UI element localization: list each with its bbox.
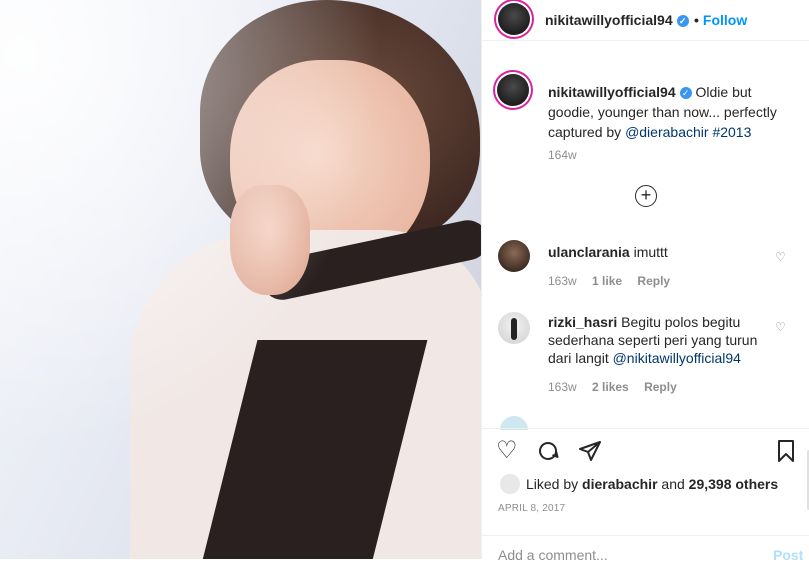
comment-time[interactable]: 163w	[548, 380, 577, 394]
comment-likes[interactable]: 1 like	[592, 274, 622, 288]
caption-username[interactable]: nikitawillyofficial94	[548, 84, 676, 100]
likes-summary: Liked by dierabachir and 29,398 others	[526, 476, 779, 492]
commenter-avatar[interactable]	[498, 312, 530, 344]
comment-like-heart-icon[interactable]: ♡	[775, 250, 786, 264]
post-date[interactable]: April 8, 2017	[498, 503, 565, 514]
comment-reply-button[interactable]: Reply	[637, 274, 670, 288]
comment-item: ulanclarania imuttt	[548, 243, 768, 261]
caption-hashtag-link[interactable]: #2013	[712, 124, 751, 140]
caption-timestamp[interactable]: 164w	[548, 148, 577, 162]
comment-like-heart-icon[interactable]: ♡	[775, 320, 786, 334]
caption-author-avatar[interactable]	[497, 74, 529, 106]
author-username[interactable]: nikitawillyofficial94 ✓	[545, 12, 689, 28]
post-comment-button[interactable]: Post	[773, 547, 803, 563]
add-comment-input[interactable]: Add a comment...	[498, 547, 608, 563]
comment-username[interactable]: rizki_hasri	[548, 314, 617, 330]
comment-icon[interactable]	[536, 439, 560, 468]
post-side-panel: nikitawillyofficial94 ✓ • Follow nikitawil…	[481, 0, 809, 563]
heart-icon[interactable]: ♡	[496, 439, 518, 463]
comment-meta: 163w 1 like Reply	[548, 274, 682, 288]
comment-meta: 163w 2 likes Reply	[548, 380, 689, 394]
commenter-avatar[interactable]	[498, 240, 530, 272]
caption-mention-link[interactable]: @dierabachir	[625, 124, 708, 140]
liker-avatar[interactable]	[500, 474, 520, 494]
load-more-comments-icon[interactable]: +	[635, 185, 657, 207]
follow-button[interactable]: • Follow	[694, 12, 747, 28]
bookmark-icon[interactable]	[774, 439, 798, 468]
post-caption: nikitawillyofficial94 ✓ Oldie but goodie,…	[548, 82, 798, 142]
verified-badge-icon: ✓	[676, 15, 689, 28]
liker-username[interactable]: dierabachir	[582, 476, 657, 492]
comment-username[interactable]: ulanclarania	[548, 244, 630, 260]
avatar-figure	[511, 318, 517, 340]
comment-mention-link[interactable]: @nikitawillyofficial94	[613, 350, 741, 366]
comment-reply-button[interactable]: Reply	[644, 380, 677, 394]
comment-text: imuttt	[633, 244, 668, 260]
post-header: nikitawillyofficial94 ✓ • Follow	[482, 0, 809, 41]
share-icon[interactable]	[578, 439, 602, 468]
comment-time[interactable]: 163w	[548, 274, 577, 288]
author-avatar[interactable]	[498, 3, 530, 35]
comment-item: rizki_hasri Begitu polos begitu sederhan…	[548, 313, 768, 367]
post-photo[interactable]	[0, 0, 481, 559]
comment-likes[interactable]: 2 likes	[592, 380, 629, 394]
photo-light-glow	[0, 0, 481, 559]
post-action-bar: ♡	[482, 428, 809, 476]
likes-count-link[interactable]: 29,398 others	[689, 476, 779, 492]
verified-badge-icon: ✓	[679, 87, 692, 100]
